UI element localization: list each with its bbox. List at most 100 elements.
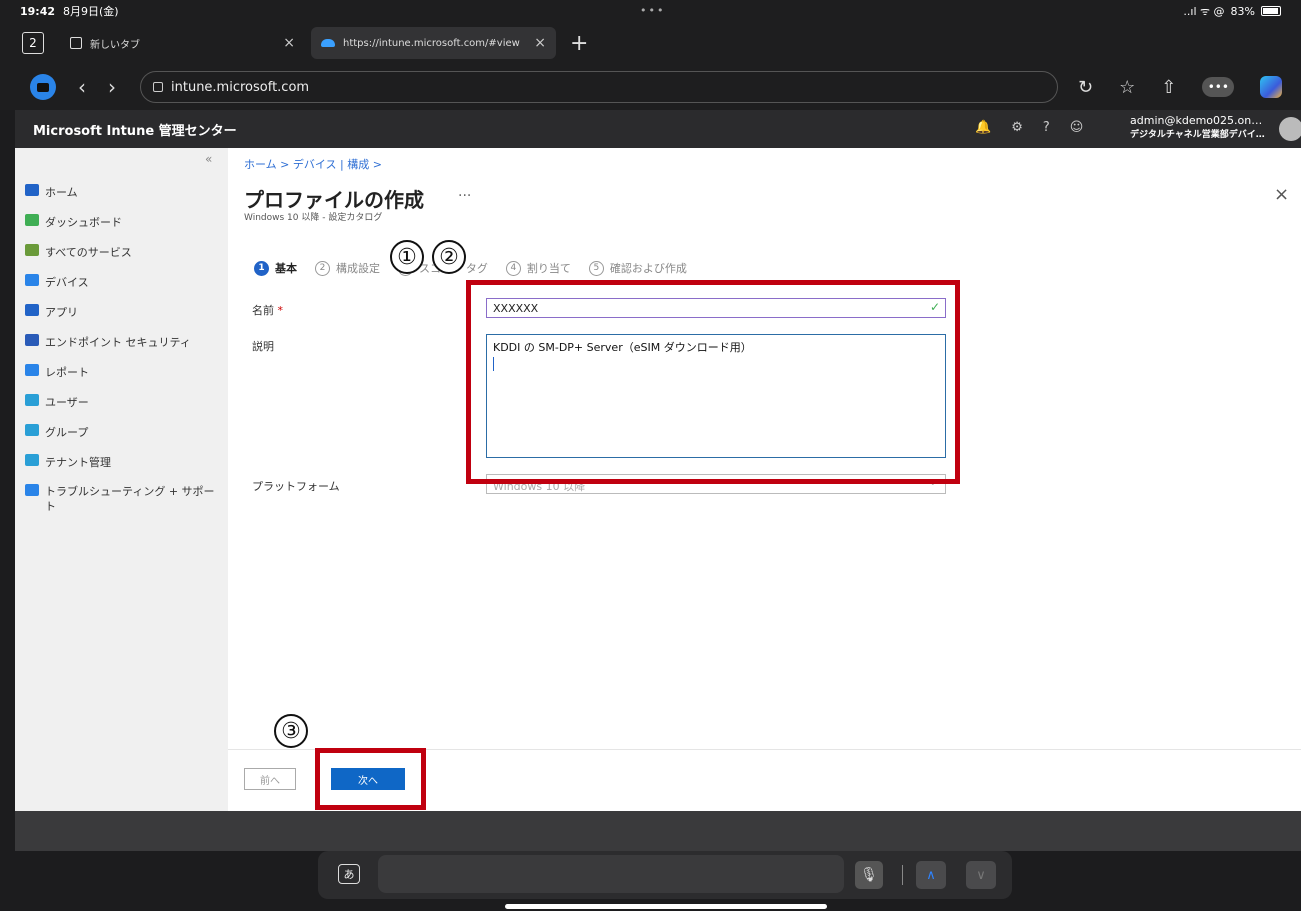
url-field[interactable]: intune.microsoft.com (140, 71, 1058, 103)
tab-new-tab[interactable]: 新しいタブ × (60, 27, 305, 59)
sidebar-item-label: ホーム (45, 186, 78, 199)
tab-close-icon[interactable]: × (283, 35, 295, 51)
feedback-icon[interactable]: ☺ (1070, 120, 1084, 135)
nav-icon (25, 364, 39, 376)
status-bar: 19:42 8月9日(金) ••• ..ıl ᯤ @ 83% (0, 0, 1301, 22)
new-tab-button[interactable]: + (570, 31, 588, 56)
sidebar: « ホームダッシュボード すべてのサービス デバイスアプリエンドポイント セキュリテ… (15, 148, 228, 811)
favorites-icon[interactable]: ☆ (1119, 77, 1135, 98)
nav-icon (25, 394, 39, 406)
home-indicator[interactable] (505, 904, 827, 909)
signal-icon: ..ıl ᯤ @ (1183, 4, 1225, 18)
battery-percent: 83% (1230, 4, 1255, 18)
tab-count-button[interactable]: 2 (22, 32, 44, 54)
sidebar-item[interactable]: グループ (25, 420, 225, 450)
sidebar-item-label: テナント管理 (45, 456, 111, 469)
title-more-icon[interactable]: ··· (458, 188, 471, 204)
url-text: intune.microsoft.com (171, 79, 310, 95)
annotation-number-2: ② (432, 240, 466, 274)
status-time: 19:42 (20, 4, 56, 18)
sidebar-item-label: アプリ (45, 306, 78, 319)
nav-icon (25, 304, 39, 316)
nav-icon (25, 244, 39, 256)
settings-icon[interactable]: ⚙ (1011, 120, 1023, 135)
tab-title: https://intune.microsoft.com/#view (343, 37, 520, 49)
notification-icon[interactable]: 🔔 (975, 120, 991, 135)
app-header: Microsoft Intune 管理センター 🔔 ⚙ ? ☺ admin@kd… (15, 110, 1301, 148)
sidebar-item-label: エンドポイント セキュリティ (45, 336, 191, 349)
sidebar-item-label: ユーザー (45, 396, 89, 409)
lock-icon (153, 82, 163, 92)
user-account[interactable]: admin@kdemo025.on… デジタルチャネル営業部デバイ… (1130, 114, 1265, 142)
sidebar-item-label: ダッシュボード (45, 216, 122, 229)
step-number: 1 (254, 260, 269, 276)
nav-icon (25, 334, 39, 346)
user-email: admin@kdemo025.on… (1130, 114, 1263, 127)
step-number: 4 (505, 260, 521, 276)
share-icon[interactable]: ⇧ (1161, 77, 1176, 98)
step-config[interactable]: 2 構成設定 (315, 260, 380, 276)
sidebar-item[interactable]: トラブルシューティング + サポート (25, 480, 225, 524)
nav-icon (25, 424, 39, 436)
more-icon[interactable]: ••• (1202, 77, 1235, 97)
sidebar-item[interactable]: アプリ (25, 300, 225, 330)
copilot-icon[interactable] (1260, 76, 1283, 98)
forward-button[interactable]: › (108, 75, 116, 99)
sidebar-item-label: デバイス (45, 276, 89, 289)
reload-icon[interactable]: ↻ (1078, 77, 1093, 98)
keyboard-accessory-bar: あ 🎙 ∧ ∨ (0, 851, 1301, 911)
sidebar-item-label: すべてのサービス (45, 246, 132, 259)
sidebar-item[interactable]: ダッシュボード (25, 210, 225, 240)
microphone-icon[interactable]: 🎙 (855, 861, 883, 889)
battery-icon (1261, 6, 1281, 16)
sidebar-item-label: グループ (45, 426, 89, 439)
sidebar-item[interactable]: ユーザー (25, 390, 225, 420)
step-label: 確認および作成 (609, 262, 687, 275)
step-number: 5 (588, 260, 604, 276)
avatar[interactable] (1279, 117, 1301, 141)
step-basics[interactable]: 1 基本 (254, 260, 297, 276)
cloud-icon (321, 39, 335, 47)
user-org: デジタルチャネル営業部デバイ… (1130, 130, 1265, 140)
sidebar-item[interactable]: デバイス (25, 270, 225, 300)
step-label: 割り当て (526, 262, 571, 275)
sidebar-item[interactable]: すべてのサービス (25, 240, 225, 270)
step-label: 構成設定 (336, 262, 380, 275)
toolbar-separator (902, 865, 903, 885)
sidebar-item[interactable]: ホーム (25, 180, 225, 210)
platform-label: プラットフォーム (252, 480, 340, 493)
step-assignments[interactable]: 4 割り当て (505, 260, 571, 276)
sidebar-item[interactable]: テナント管理 (25, 450, 225, 480)
collapse-sidebar-icon[interactable]: « (205, 152, 212, 166)
app-title[interactable]: Microsoft Intune 管理センター (33, 120, 237, 139)
description-label: 説明 (252, 340, 274, 353)
sidebar-item-label: トラブルシューティング + サポート (45, 485, 215, 513)
help-icon[interactable]: ? (1043, 120, 1050, 135)
tab-close-icon[interactable]: × (534, 35, 546, 51)
annotation-number-1: ① (390, 240, 424, 274)
step-number: 2 (315, 260, 330, 276)
work-profile-icon[interactable] (30, 74, 56, 100)
sidebar-nav: ホームダッシュボード すべてのサービス デバイスアプリエンドポイント セキュリティレ… (25, 180, 225, 524)
step-label: 基本 (275, 262, 297, 275)
step-review[interactable]: 5 確認および作成 (588, 260, 687, 276)
breadcrumb[interactable]: ホーム > デバイス | 構成 > (244, 156, 382, 172)
keyboard-top-strip (15, 811, 1301, 851)
keyboard-suggestion-field[interactable] (378, 855, 844, 893)
nav-icon (25, 454, 39, 466)
nav-icon (25, 484, 39, 496)
annotation-box-next (315, 748, 426, 810)
back-button[interactable]: ‹ (78, 75, 86, 99)
input-language-button[interactable]: あ (338, 864, 360, 884)
close-icon[interactable]: × (1274, 184, 1289, 205)
sidebar-item[interactable]: レポート (25, 360, 225, 390)
tab-intune[interactable]: https://intune.microsoft.com/#view × (311, 27, 556, 59)
nav-icon (25, 184, 39, 196)
name-label: 名前 * (252, 304, 283, 317)
sidebar-item[interactable]: エンドポイント セキュリティ (25, 330, 225, 360)
multitask-dots[interactable]: ••• (640, 4, 665, 17)
previous-field-icon[interactable]: ∧ (916, 861, 946, 889)
previous-button[interactable]: 前へ (244, 768, 296, 790)
annotation-number-3: ③ (274, 714, 308, 748)
next-field-icon[interactable]: ∨ (966, 861, 996, 889)
